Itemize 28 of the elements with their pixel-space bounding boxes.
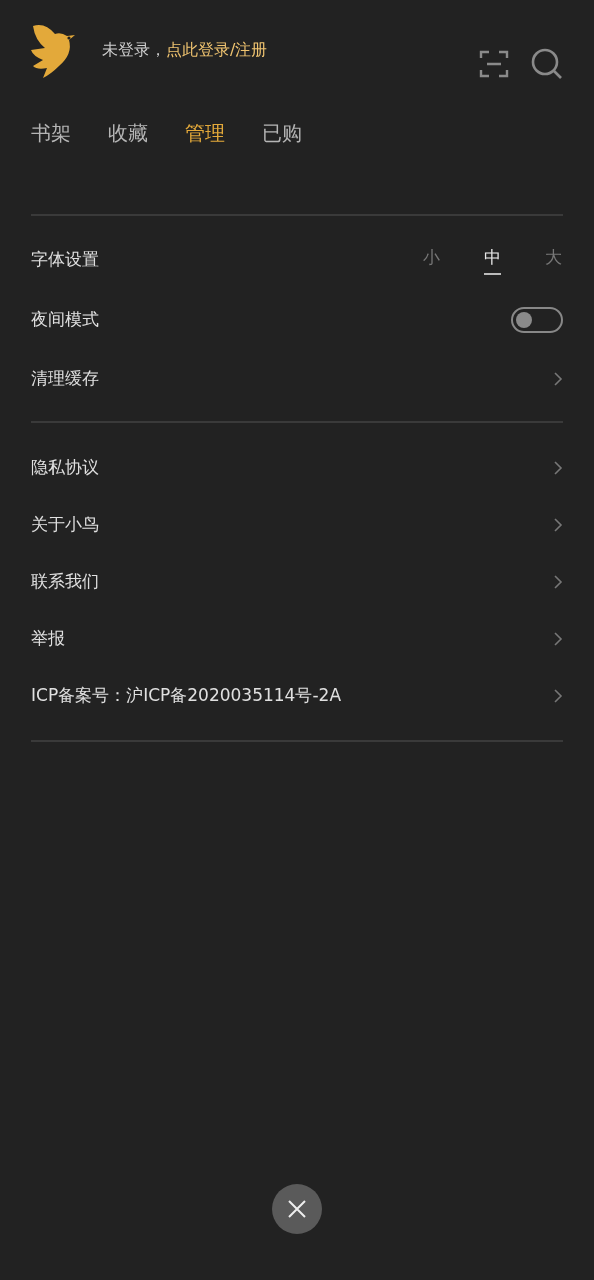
night-mode-switch[interactable] [511, 307, 563, 333]
close-icon [287, 1199, 307, 1219]
tab[interactable]: 收藏 [108, 118, 148, 148]
menu-item[interactable]: 清理缓存 [31, 350, 563, 407]
chevron-right-icon [553, 516, 563, 533]
chevron-right-icon [553, 459, 563, 476]
menu-item[interactable]: 关于小鸟 [31, 496, 563, 553]
chevron-right-icon [553, 630, 563, 647]
tab[interactable]: 已购 [262, 118, 302, 148]
login-link[interactable]: 点此登录/注册 [166, 38, 268, 62]
close-button[interactable] [272, 1184, 322, 1234]
font-size-option[interactable]: 小 [423, 244, 440, 276]
scan-icon[interactable] [479, 49, 509, 79]
menu-item[interactable]: 举报 [31, 610, 563, 667]
tab[interactable]: 管理 [185, 118, 225, 148]
login-status: 未登录， [102, 39, 166, 61]
chevron-right-icon [553, 573, 563, 590]
font-size-option[interactable]: 中 [484, 244, 501, 276]
tab[interactable]: 书架 [31, 118, 71, 148]
search-icon[interactable] [531, 48, 563, 80]
chevron-right-icon [553, 687, 563, 704]
font-size-option[interactable]: 大 [545, 244, 562, 276]
chevron-right-icon [553, 370, 563, 387]
setting-label: 字体设置 [31, 248, 99, 272]
menu-item[interactable]: ICP备案号：沪ICP备2020035114号-2A [31, 667, 563, 724]
setting-label: 夜间模式 [31, 308, 99, 332]
menu-item[interactable]: 隐私协议 [31, 439, 563, 496]
menu-item[interactable]: 联系我们 [31, 553, 563, 610]
